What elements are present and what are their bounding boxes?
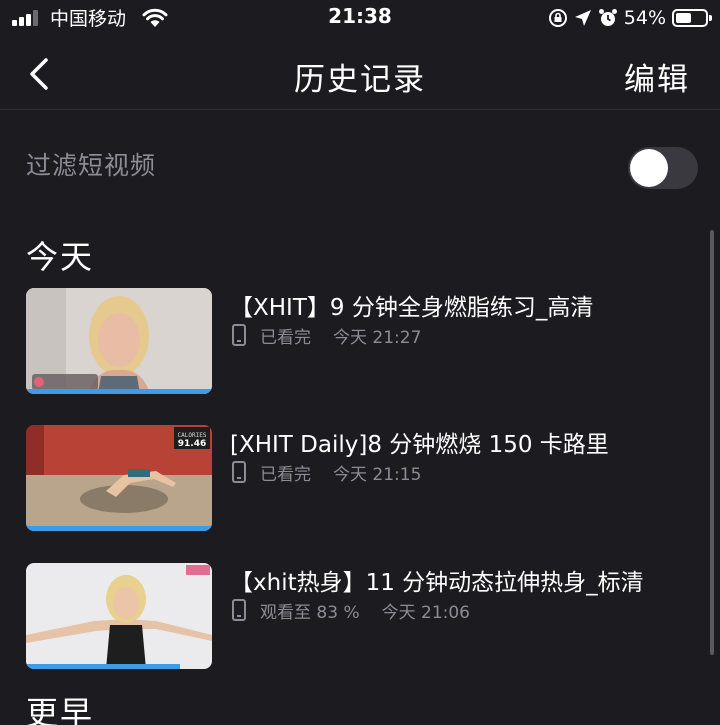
video-meta: 观看至 83 % 今天 21:06	[232, 597, 470, 623]
video-title: 【XHIT】9 分钟全身燃脂练习_高清	[230, 295, 594, 321]
scrollbar[interactable]	[710, 230, 714, 655]
video-title: [XHIT Daily]8 分钟燃烧 150 卡路里	[230, 432, 609, 458]
phone-icon	[232, 461, 246, 483]
filter-short-videos-label: 过滤短视频	[26, 151, 157, 180]
rotation-lock-icon	[548, 9, 567, 27]
location-icon	[574, 10, 591, 26]
watch-status: 已看完	[260, 464, 311, 485]
watch-time: 今天 21:27	[333, 327, 422, 348]
watch-progress-bar	[26, 526, 212, 531]
filter-short-videos-row: 过滤短视频	[0, 130, 720, 200]
battery-icon	[672, 9, 712, 27]
video-thumbnail: CALORIES 91.46	[26, 425, 212, 531]
video-thumbnail	[26, 563, 212, 669]
video-meta: 已看完 今天 21:27	[232, 322, 421, 348]
video-thumbnail	[26, 288, 212, 394]
status-bar: 中国移动 21:38 54%	[0, 0, 720, 38]
alarm-icon	[598, 9, 617, 26]
filter-short-videos-toggle[interactable]	[628, 147, 698, 189]
watch-status: 已看完	[260, 327, 311, 348]
svg-text:91.46: 91.46	[178, 439, 206, 449]
watch-time: 今天 21:15	[333, 464, 422, 485]
history-item[interactable]: 【XHIT】9 分钟全身燃脂练习_高清 已看完 今天 21:27	[0, 288, 700, 398]
watch-status: 观看至 83 %	[260, 602, 360, 623]
section-header-earlier: 更早	[26, 694, 95, 725]
video-meta: 已看完 今天 21:15	[232, 459, 421, 485]
section-header-today: 今天	[26, 238, 95, 276]
battery-percentage: 54%	[623, 7, 666, 29]
edit-button[interactable]: 编辑	[624, 54, 690, 99]
video-title: 【xhit热身】11 分钟动态拉伸热身_标清	[230, 570, 644, 596]
history-item[interactable]: CALORIES 91.46 [XHIT Daily]8 分钟燃烧 150 卡路…	[0, 425, 700, 535]
watch-progress-bar	[26, 664, 181, 669]
watch-time: 今天 21:06	[381, 602, 470, 623]
watch-progress-bar	[26, 389, 212, 394]
phone-icon	[232, 324, 246, 346]
phone-icon	[232, 599, 246, 621]
toggle-knob	[630, 149, 668, 187]
page-title: 历史记录	[294, 62, 426, 98]
history-item[interactable]: 【xhit热身】11 分钟动态拉伸热身_标清 观看至 83 % 今天 21:06	[0, 563, 700, 673]
svg-text:CALORIES: CALORIES	[178, 432, 207, 439]
nav-bar: 历史记录 编辑	[0, 38, 720, 110]
